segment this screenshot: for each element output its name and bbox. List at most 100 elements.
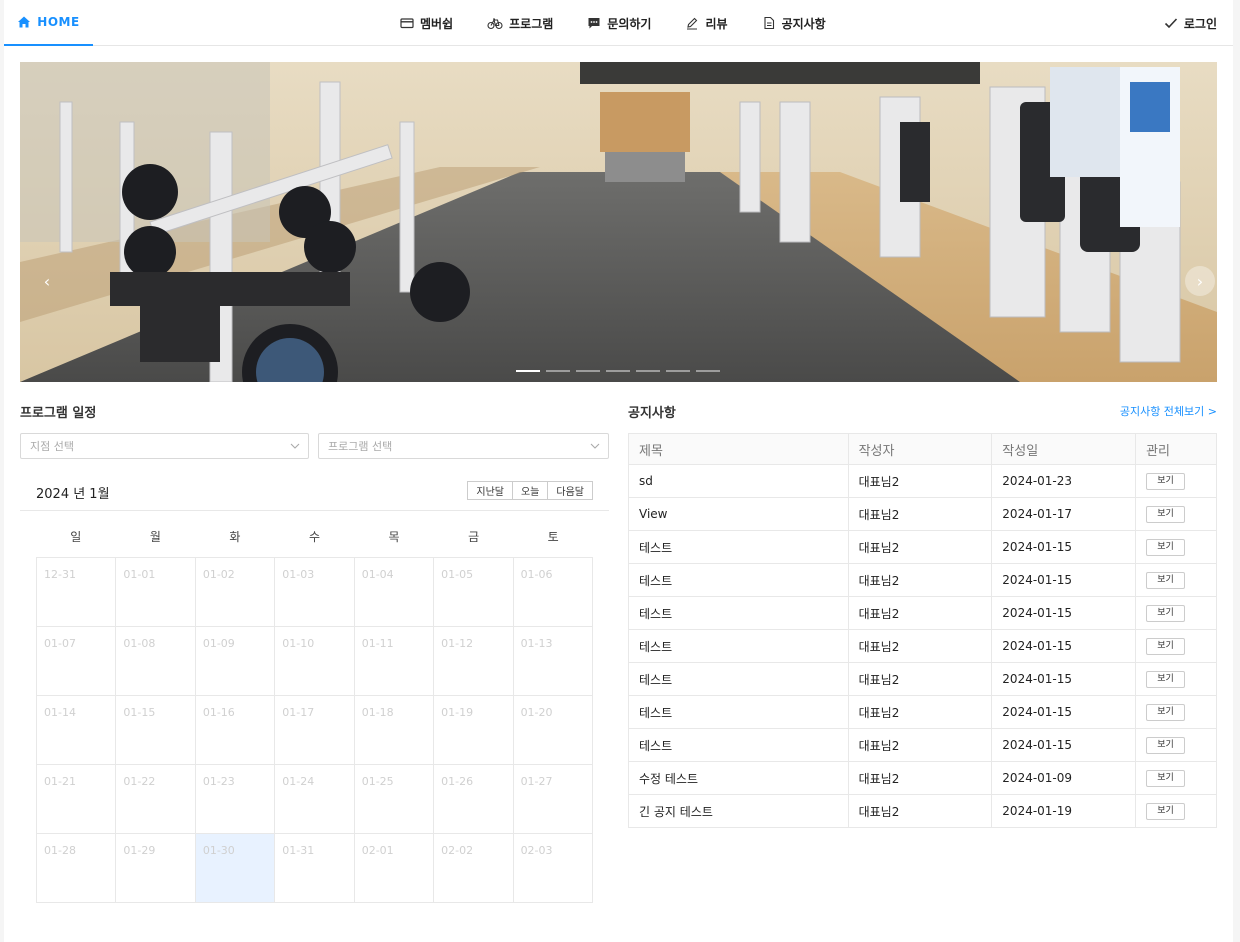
calendar-day-cell[interactable]: 01-12 xyxy=(434,627,514,696)
nav-notice[interactable]: 공지사항 xyxy=(762,15,826,32)
calendar-day-cell[interactable]: 01-31 xyxy=(275,834,355,903)
view-button[interactable]: 보기 xyxy=(1146,671,1186,688)
calendar-day-cell[interactable]: 01-20 xyxy=(513,696,593,765)
calendar-day-cell[interactable]: 01-08 xyxy=(116,627,196,696)
view-button[interactable]: 보기 xyxy=(1146,770,1186,787)
document-icon xyxy=(762,16,776,30)
calendar-day-cell[interactable]: 01-18 xyxy=(354,696,435,765)
hero-banner: ‹ › xyxy=(20,62,1217,382)
calendar-day-cell[interactable]: 01-07 xyxy=(37,627,117,696)
slide-dot[interactable] xyxy=(546,370,570,372)
view-all-notices-link[interactable]: 공지사항 전체보기 > xyxy=(1120,403,1217,419)
branch-select[interactable]: 지점 선택 xyxy=(20,433,309,459)
table-row[interactable]: 테스트 대표님2 2024-01-15 보기 xyxy=(628,629,1217,663)
calendar-day-cell[interactable]: 01-01 xyxy=(116,558,196,627)
calendar-day-cell[interactable]: 01-11 xyxy=(354,627,435,696)
calendar-day-cell[interactable]: 01-03 xyxy=(275,558,355,627)
view-button[interactable]: 보기 xyxy=(1146,506,1186,523)
view-button[interactable]: 보기 xyxy=(1146,737,1186,754)
view-button[interactable]: 보기 xyxy=(1146,803,1186,820)
calendar-day-cell[interactable]: 01-27 xyxy=(513,765,593,834)
notice-date: 2024-01-15 xyxy=(991,596,1137,630)
calendar-day-cell[interactable]: 01-26 xyxy=(434,765,514,834)
banner-prev-arrow[interactable]: ‹ xyxy=(32,266,62,296)
calendar-day-label: 01-04 xyxy=(361,568,394,581)
notice-title: 테스트 xyxy=(628,695,849,729)
table-row[interactable]: sd 대표님2 2024-01-23 보기 xyxy=(628,464,1217,498)
notice-title: 테스트 xyxy=(628,530,849,564)
calendar-day-cell[interactable]: 01-19 xyxy=(434,696,514,765)
calendar-day-cell[interactable]: 01-30 xyxy=(195,834,276,903)
table-row[interactable]: 긴 공지 테스트 대표님2 2024-01-19 보기 xyxy=(628,794,1217,828)
table-row[interactable]: View 대표님2 2024-01-17 보기 xyxy=(628,497,1217,531)
slide-dot[interactable] xyxy=(606,370,630,372)
table-row[interactable]: 테스트 대표님2 2024-01-15 보기 xyxy=(628,596,1217,630)
notice-date: 2024-01-15 xyxy=(991,695,1137,729)
schedule-title: 프로그램 일정 xyxy=(20,406,97,421)
calendar-day-cell[interactable]: 02-01 xyxy=(354,834,435,903)
view-button[interactable]: 보기 xyxy=(1146,539,1186,556)
slide-dot[interactable] xyxy=(696,370,720,372)
view-button[interactable]: 보기 xyxy=(1146,605,1186,622)
nav-membership[interactable]: 멤버쉽 xyxy=(400,15,453,32)
calendar-day-cell[interactable]: 01-14 xyxy=(37,696,117,765)
slide-dot[interactable] xyxy=(516,370,540,372)
calendar-day-cell[interactable]: 01-24 xyxy=(275,765,355,834)
table-row[interactable]: 테스트 대표님2 2024-01-15 보기 xyxy=(628,530,1217,564)
program-select[interactable]: 프로그램 선택 xyxy=(318,433,609,459)
view-button[interactable]: 보기 xyxy=(1146,473,1186,490)
calendar-day-cell[interactable]: 01-13 xyxy=(513,627,593,696)
calendar-day-cell[interactable]: 01-05 xyxy=(434,558,514,627)
calendar-day-cell[interactable]: 01-15 xyxy=(116,696,196,765)
calendar-day-cell[interactable]: 01-21 xyxy=(37,765,117,834)
calendar-day-cell[interactable]: 02-02 xyxy=(434,834,514,903)
calendar-day-label: 01-15 xyxy=(123,706,156,719)
calendar-day-cell[interactable]: 01-06 xyxy=(513,558,593,627)
calendar-day-cell[interactable]: 01-25 xyxy=(354,765,435,834)
view-button[interactable]: 보기 xyxy=(1146,572,1186,589)
table-row[interactable]: 수정 테스트 대표님2 2024-01-09 보기 xyxy=(628,761,1217,795)
slide-dot[interactable] xyxy=(636,370,660,372)
next-month-button[interactable]: 다음달 xyxy=(547,481,593,500)
nav-program[interactable]: 프로그램 xyxy=(487,15,553,32)
nav-review[interactable]: 리뷰 xyxy=(685,15,728,32)
calendar-day-label: 01-18 xyxy=(361,706,394,719)
calendar-day-label: 01-16 xyxy=(202,706,235,719)
calendar-day-cell[interactable]: 01-29 xyxy=(116,834,196,903)
calendar-day-cell[interactable]: 01-10 xyxy=(275,627,355,696)
table-row[interactable]: 테스트 대표님2 2024-01-15 보기 xyxy=(628,563,1217,597)
calendar-day-label: 01-05 xyxy=(441,568,474,581)
slide-dot[interactable] xyxy=(576,370,600,372)
table-row[interactable]: 테스트 대표님2 2024-01-15 보기 xyxy=(628,695,1217,729)
notice-author: 대표님2 xyxy=(847,530,993,564)
table-row[interactable]: 테스트 대표님2 2024-01-15 보기 xyxy=(628,662,1217,696)
calendar-day-label: 12-31 xyxy=(44,568,76,581)
view-button[interactable]: 보기 xyxy=(1146,638,1186,655)
nav-home-label: HOME xyxy=(37,15,80,29)
slide-dot[interactable] xyxy=(666,370,690,372)
calendar-day-cell[interactable]: 01-09 xyxy=(195,627,276,696)
prev-month-button[interactable]: 지난달 xyxy=(467,481,513,500)
calendar-day-cell[interactable]: 01-28 xyxy=(37,834,117,903)
banner-next-arrow[interactable]: › xyxy=(1185,266,1215,296)
notice-actions: 보기 xyxy=(1135,695,1217,729)
today-button[interactable]: 오늘 xyxy=(511,481,549,500)
calendar-day-cell[interactable]: 01-17 xyxy=(275,696,355,765)
calendar-day-cell[interactable]: 01-02 xyxy=(195,558,276,627)
calendar-day-cell[interactable]: 01-23 xyxy=(195,765,276,834)
calendar-day-cell[interactable]: 01-22 xyxy=(116,765,196,834)
nav-inquiry[interactable]: 문의하기 xyxy=(587,15,651,32)
nav-membership-label: 멤버쉽 xyxy=(420,16,454,31)
branch-select-placeholder: 지점 선택 xyxy=(30,440,74,453)
column-header: 관리 xyxy=(1135,433,1217,465)
table-row[interactable]: 테스트 대표님2 2024-01-15 보기 xyxy=(628,728,1217,762)
calendar-day-cell[interactable]: 12-31 xyxy=(37,558,117,627)
view-button[interactable]: 보기 xyxy=(1146,704,1186,721)
calendar-day-cell[interactable]: 02-03 xyxy=(513,834,593,903)
calendar-day-cell[interactable]: 01-16 xyxy=(195,696,276,765)
nav-home[interactable]: HOME xyxy=(4,0,93,46)
bicycle-icon xyxy=(487,16,503,30)
calendar-day-cell[interactable]: 01-04 xyxy=(354,558,435,627)
login-button[interactable]: 로그인 xyxy=(1164,0,1217,46)
calendar-day-label: 01-29 xyxy=(123,844,156,857)
